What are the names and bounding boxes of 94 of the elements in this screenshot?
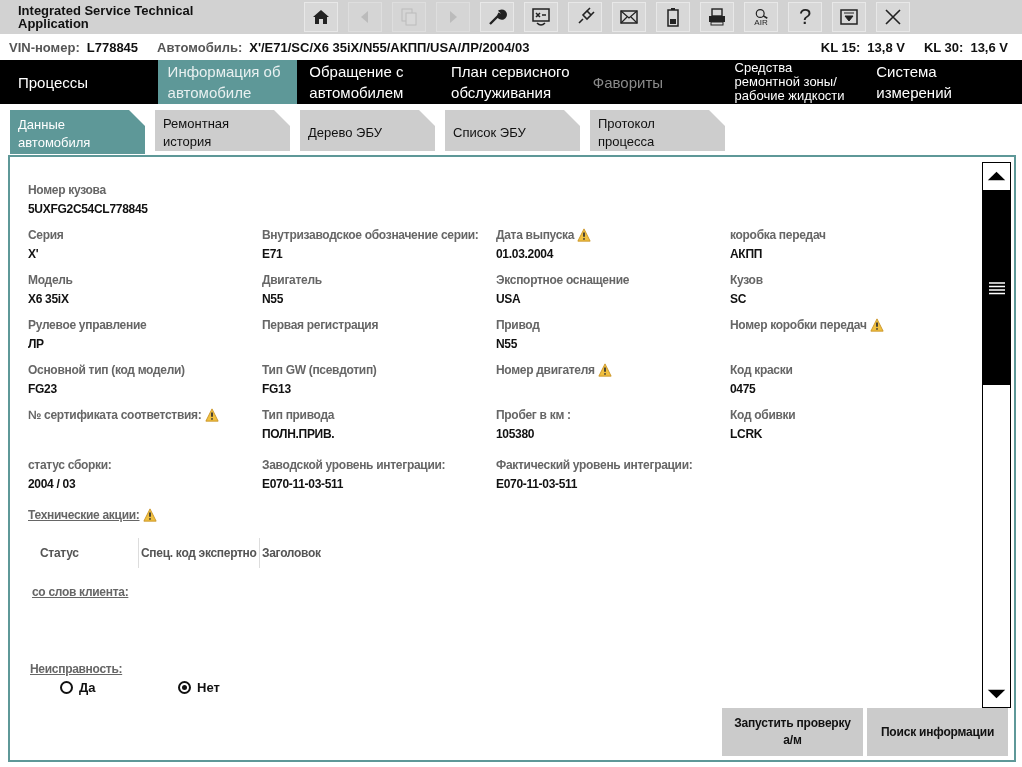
field-value: X' — [28, 247, 40, 261]
field-label: Привод — [496, 317, 540, 332]
field-label: Серия — [28, 227, 64, 242]
kl30-value: 13,6 V — [970, 39, 1008, 55]
nav-tab[interactable]: Система измерений — [866, 60, 1006, 104]
nav-tab[interactable]: Средства ремонтной зоны/ рабочие жидкости — [724, 60, 865, 104]
field-value: USA — [496, 292, 522, 306]
module-swap-icon — [531, 7, 551, 27]
field-label: Код краски — [730, 362, 793, 377]
toolbar-button[interactable]: AIR — [744, 2, 778, 32]
close-icon — [883, 7, 903, 27]
field-value: E71 — [262, 247, 284, 261]
envelope-icon — [619, 7, 639, 27]
field-label: Кузов — [730, 272, 763, 287]
column-header: Заголовок — [261, 545, 321, 562]
field-value: LCRK — [730, 427, 764, 441]
toolbar-button[interactable] — [700, 2, 734, 32]
field-label: Фактический уровень интеграции: — [496, 457, 693, 472]
field-value: E070-11-03-511 — [262, 477, 345, 491]
scrollbar-thumb[interactable] — [983, 190, 1010, 385]
field-label: Код обивки — [730, 407, 796, 422]
printer-icon — [707, 7, 727, 27]
field-label: Дата выпуска — [496, 227, 575, 242]
field-label: коробка передач — [730, 227, 826, 242]
field-label: Первая регистрация — [262, 317, 379, 332]
vin-label: VIN-номер: — [9, 39, 80, 55]
fault-link[interactable]: Неисправность: — [30, 662, 123, 676]
field-value: FG23 — [28, 382, 58, 396]
field-label: Номер двигателя — [496, 362, 595, 377]
action-button[interactable]: Поиск информации — [867, 708, 1008, 756]
field-label: Номер коробки передач — [730, 317, 867, 332]
column-header: Спец. код экспертно — [139, 538, 260, 568]
toolbar-button[interactable]: ? — [788, 2, 822, 32]
field-label: Внутризаводское обозначение серии: — [262, 227, 479, 242]
air-label: AIR — [754, 18, 768, 27]
vehicle-label: Автомобиль: — [157, 39, 243, 55]
field-value: 5UXFG2C54CL778845 — [28, 202, 149, 216]
field-label: статус сборки: — [28, 457, 112, 472]
field-value: 0475 — [730, 382, 757, 396]
field-value: N55 — [496, 337, 519, 351]
radio-button[interactable] — [178, 681, 191, 694]
field-value: FG13 — [262, 382, 292, 396]
nav-tab[interactable]: Процессы — [0, 60, 156, 104]
app-title: Integrated Service Technical Application — [17, 4, 195, 30]
field-label: Тип привода — [262, 407, 335, 422]
kl15-value: 13,8 V — [867, 39, 905, 55]
toolbar-button[interactable] — [876, 2, 910, 32]
toolbar-button[interactable] — [568, 2, 602, 32]
vehicle-value: X'/E71/SC/X6 35iX/N55/АКПП/USA/ЛР/2004/03 — [249, 39, 530, 55]
field-label: № сертификата соответствия: — [28, 407, 202, 422]
vin-value: L778845 — [86, 39, 139, 55]
field-value: 105380 — [496, 427, 536, 441]
kl15-label: KL 15: — [820, 39, 861, 55]
field-label: Модель — [28, 272, 73, 287]
magnifier-icon — [753, 7, 769, 19]
field-value: ПОЛН.ПРИВ. — [262, 427, 336, 441]
home-icon — [311, 7, 331, 27]
technical-actions-link[interactable]: Технические акции: — [28, 507, 140, 522]
toolbar-button[interactable] — [656, 2, 690, 32]
tab[interactable]: Ремонтная история — [155, 110, 290, 151]
field-label: Пробег в км : — [496, 407, 571, 422]
field-label: Тип GW (псевдотип) — [262, 362, 377, 377]
field-label: Экспортное оснащение — [496, 272, 630, 287]
dropdown-list-icon — [839, 7, 859, 27]
toolbar-button[interactable] — [832, 2, 866, 32]
radio-button[interactable] — [60, 681, 73, 694]
tab[interactable]: Протокол процесса — [590, 110, 725, 151]
nav-tab[interactable]: Обращение с автомобилем — [299, 60, 440, 104]
toolbar-button[interactable] — [612, 2, 646, 32]
field-value: SC — [730, 292, 748, 306]
field-label: Номер кузова — [28, 182, 106, 197]
field-value: ЛР — [28, 337, 45, 351]
field-label: Основной тип (код модели) — [28, 362, 185, 377]
field-value: E070-11-03-511 — [496, 477, 579, 491]
toolbar-button[interactable] — [304, 2, 338, 32]
tab[interactable]: Список ЭБУ — [445, 110, 580, 151]
field-value: N55 — [262, 292, 285, 306]
tab[interactable]: Дерево ЭБУ — [300, 110, 435, 151]
field-label: Заводской уровень интеграции: — [262, 457, 446, 472]
nav-tab[interactable]: План сервисного обслуживания — [441, 60, 581, 104]
kl30-label: KL 30: — [923, 39, 964, 55]
field-label: Рулевое управление — [28, 317, 147, 332]
field-value: 2004 / 03 — [28, 477, 77, 491]
radio-label: Да — [79, 680, 96, 695]
radio-label: Нет — [197, 680, 220, 695]
column-header: Статус — [28, 538, 139, 568]
field-value: 01.03.2004 — [496, 247, 555, 261]
toolbar-button[interactable] — [480, 2, 514, 32]
field-label: Двигатель — [262, 272, 322, 287]
toolbar-button[interactable] — [524, 2, 558, 32]
field-value: АКПП — [730, 247, 764, 261]
field-value: X6 35iX — [28, 292, 70, 306]
action-button[interactable]: Запустить проверку а/м — [722, 708, 863, 756]
customer-complaint-link[interactable]: со слов клиента: — [32, 585, 129, 599]
